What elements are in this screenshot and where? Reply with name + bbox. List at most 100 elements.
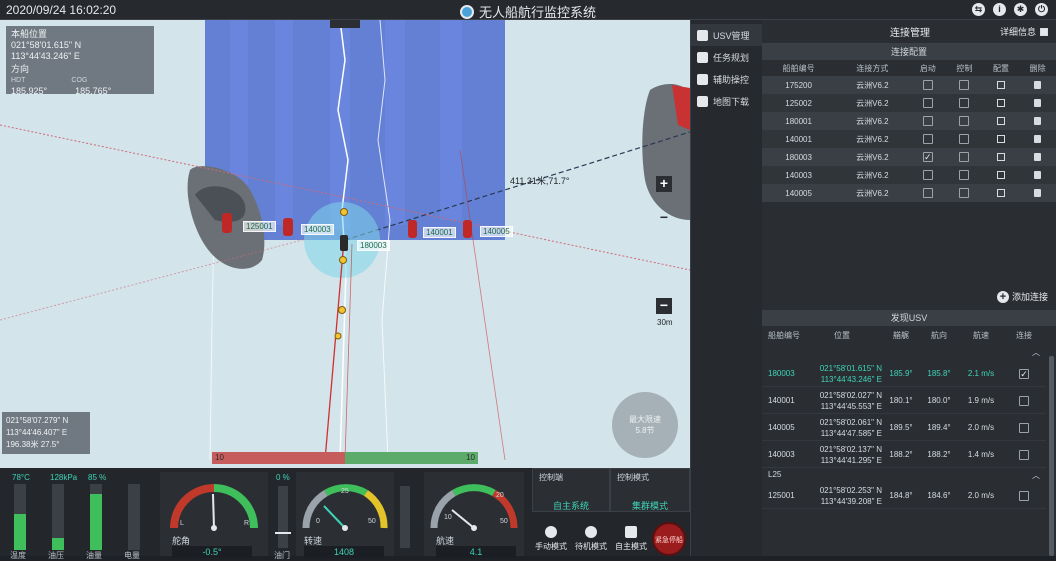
boat-label-140005[interactable]: 140005 <box>480 226 513 237</box>
boat-label-140003[interactable]: 140003 <box>301 224 334 235</box>
info-icon[interactable]: i <box>993 3 1006 16</box>
settings-icon[interactable]: ✱ <box>1014 3 1027 16</box>
control-checkbox[interactable] <box>946 94 983 112</box>
checkbox-icon[interactable] <box>922 134 933 144</box>
detail-info-button[interactable]: 详细信息 <box>1000 25 1048 38</box>
start-checkbox[interactable] <box>909 112 947 130</box>
collapse-group-icon[interactable]: ︿ <box>1032 347 1040 358</box>
add-connection-button[interactable]: + 添加连接 <box>996 290 1048 303</box>
control-checkbox[interactable] <box>946 112 983 130</box>
config-button[interactable] <box>982 184 1020 202</box>
discovery-scrollbar[interactable] <box>1049 356 1054 556</box>
checkbox-icon[interactable] <box>959 98 970 108</box>
edit-icon[interactable] <box>997 99 1006 108</box>
connection-row[interactable]: 140003 云洲V6.2 <box>762 166 1056 184</box>
edit-icon[interactable] <box>997 135 1006 144</box>
discovered-usv-row[interactable]: 140005 021°58'02.061" N 113°44'47.585" E 18… <box>762 415 1046 441</box>
config-button[interactable] <box>982 148 1020 166</box>
start-checkbox[interactable]: ✓ <box>909 148 947 166</box>
control-checkbox[interactable] <box>946 148 983 166</box>
boat-label-140001[interactable]: 140001 <box>423 227 456 238</box>
checkbox-icon[interactable] <box>1019 395 1029 406</box>
delete-button[interactable] <box>1019 166 1056 184</box>
discovered-usv-row[interactable]: 125001 021°58'02.253" N 113°44'39.208" E 18… <box>762 483 1046 509</box>
trash-icon[interactable] <box>1034 171 1042 180</box>
zoom-in-button[interactable]: + <box>656 176 672 192</box>
edit-icon[interactable] <box>997 81 1006 90</box>
control-checkbox[interactable] <box>946 130 983 148</box>
boat-label-180003[interactable]: 180003 <box>357 240 390 251</box>
checkbox-icon[interactable] <box>1019 422 1029 433</box>
trash-icon[interactable] <box>1034 189 1042 198</box>
usv-connect[interactable] <box>1004 422 1044 433</box>
checkbox-icon[interactable] <box>922 188 933 198</box>
edit-icon[interactable] <box>997 189 1006 198</box>
boat-label-125001[interactable]: 125001 <box>243 221 276 232</box>
edit-icon[interactable] <box>997 153 1006 162</box>
config-button[interactable] <box>982 76 1020 94</box>
usv-connect[interactable] <box>1004 449 1044 460</box>
trash-icon[interactable] <box>1034 135 1042 144</box>
map-view[interactable]: 本船位置 021°58'01.615" N 113°44'43.246" E 方… <box>0 20 690 468</box>
config-button[interactable] <box>982 130 1020 148</box>
discovered-usv-row[interactable]: 140003 021°58'02.137" N 113°44'41.295" E 18… <box>762 442 1046 468</box>
swap-icon[interactable]: ⇆ <box>972 3 985 16</box>
delete-button[interactable] <box>1019 148 1056 166</box>
checkbox-icon[interactable]: ✓ <box>1019 368 1029 379</box>
checkbox-icon[interactable] <box>922 116 933 126</box>
checkbox-icon[interactable] <box>959 116 970 126</box>
checkbox-icon[interactable] <box>1019 490 1029 501</box>
trash-icon[interactable] <box>1034 81 1042 90</box>
usv-connect[interactable] <box>1004 490 1044 501</box>
discovered-usv-row[interactable]: 180003 021°58'01.615" N 113°44'43.246" E 18… <box>762 361 1046 387</box>
delete-button[interactable] <box>1019 112 1056 130</box>
trash-icon[interactable] <box>1034 153 1042 162</box>
edit-icon[interactable] <box>997 117 1006 126</box>
checkbox-icon[interactable] <box>959 152 970 162</box>
connection-row[interactable]: 140005 云洲V6.2 <box>762 184 1056 202</box>
checkbox-icon[interactable] <box>922 170 933 180</box>
edit-icon[interactable] <box>997 171 1006 180</box>
checkbox-icon[interactable] <box>1019 449 1029 460</box>
delete-button[interactable] <box>1019 184 1056 202</box>
checkbox-icon[interactable] <box>959 134 970 144</box>
config-button[interactable] <box>982 112 1020 130</box>
throttle-bar[interactable] <box>275 486 291 548</box>
emergency-stop-button[interactable]: 紧急停船 <box>652 522 686 556</box>
delete-button[interactable] <box>1019 76 1056 94</box>
usv-connect[interactable]: ✓ <box>1004 368 1044 379</box>
connection-row[interactable]: 125002 云洲V6.2 <box>762 94 1056 112</box>
control-checkbox[interactable] <box>946 166 983 184</box>
delete-button[interactable] <box>1019 94 1056 112</box>
checkbox-icon[interactable] <box>922 98 933 108</box>
standby-mode-button[interactable]: 待机模式 <box>572 526 610 556</box>
delete-button[interactable] <box>1019 130 1056 148</box>
config-button[interactable] <box>982 166 1020 184</box>
manual-mode-button[interactable]: 手动模式 <box>532 526 570 556</box>
control-checkbox[interactable] <box>946 184 983 202</box>
tab-map-download[interactable]: 地图下载 <box>691 90 762 112</box>
tab-usv-management[interactable]: USV管理 <box>691 24 762 46</box>
connection-row[interactable]: 180003 云洲V6.2 ✓ <box>762 148 1056 166</box>
checkbox-icon[interactable] <box>922 80 933 90</box>
trash-icon[interactable] <box>1034 99 1042 108</box>
connection-row[interactable]: 180001 云洲V6.2 <box>762 112 1056 130</box>
collapse-group-icon[interactable]: ︿ <box>1032 470 1040 481</box>
start-checkbox[interactable] <box>909 76 947 94</box>
trash-icon[interactable] <box>1034 117 1042 126</box>
start-checkbox[interactable] <box>909 130 947 148</box>
throttle-handle[interactable] <box>275 532 291 534</box>
discovered-usv-row[interactable]: 140001 021°58'02.027" N 113°44'45.553" E 18… <box>762 388 1046 414</box>
checkbox-icon[interactable] <box>959 80 970 90</box>
start-checkbox[interactable] <box>909 184 947 202</box>
auto-mode-button[interactable]: 自主模式 <box>612 526 650 556</box>
tab-assisted-control[interactable]: 辅助操控 <box>691 68 762 90</box>
zoom-out-button[interactable]: − <box>656 298 672 314</box>
checkbox-icon[interactable] <box>959 188 970 198</box>
start-checkbox[interactable] <box>909 94 947 112</box>
tab-task-planning[interactable]: 任务规划 <box>691 46 762 68</box>
connection-row[interactable]: 175200 云洲V6.2 <box>762 76 1056 94</box>
usv-connect[interactable] <box>1004 395 1044 406</box>
config-button[interactable] <box>982 94 1020 112</box>
checkbox-icon[interactable]: ✓ <box>922 152 933 162</box>
